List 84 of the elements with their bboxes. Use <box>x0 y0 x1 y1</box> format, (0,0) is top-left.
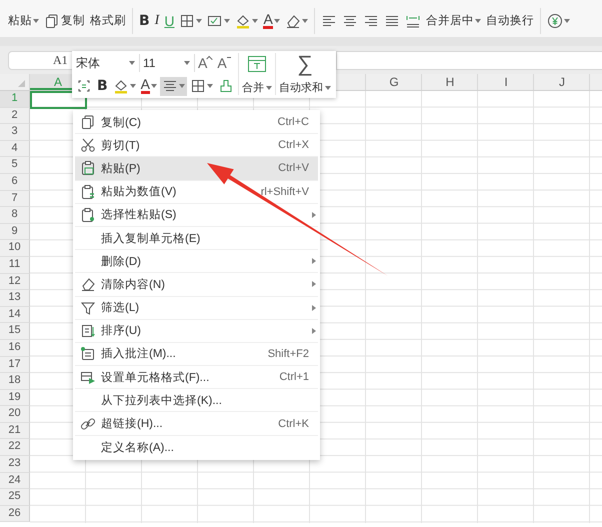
menu-item[interactable]: 超链接(H)... Ctrl+K <box>75 412 318 436</box>
row-header[interactable]: 8 <box>0 207 30 224</box>
caret-icon <box>184 61 190 65</box>
row-header[interactable]: 6 <box>0 174 30 191</box>
borders-icon <box>190 78 206 94</box>
scissors-icon <box>80 137 96 154</box>
clipboard-icon <box>80 184 96 200</box>
funnel-icon <box>80 300 96 316</box>
size-dropdown[interactable]: 11 <box>141 54 195 72</box>
row-header[interactable]: 16 <box>0 340 30 356</box>
row-header[interactable]: 18 <box>0 373 30 390</box>
row-header[interactable]: 13 <box>0 290 30 307</box>
row-header[interactable]: 26 <box>0 506 30 522</box>
clipboard-icon <box>80 206 96 223</box>
row-header[interactable]: 5 <box>0 157 30 174</box>
merge-cells-icon <box>247 54 267 74</box>
row-header[interactable]: 11 <box>0 256 30 274</box>
row-header[interactable]: 17 <box>0 356 30 374</box>
sort-icon <box>80 322 96 339</box>
row-header[interactable]: 2 <box>0 108 30 124</box>
column-header[interactable]: I <box>478 74 534 90</box>
format-button[interactable]: I <box>152 10 162 32</box>
menu-item[interactable]: 排序(U) <box>75 320 318 343</box>
column-header[interactable]: G <box>366 74 422 90</box>
sum-icon: ∑ <box>297 53 313 75</box>
menu-item[interactable]: 删除(D) <box>75 250 318 274</box>
row-header[interactable]: 9 <box>0 224 30 240</box>
menu-item[interactable]: 设置单元格格式(F)... Ctrl+1 <box>75 366 318 390</box>
row-header[interactable]: 4 <box>0 140 30 158</box>
currency-icon <box>546 12 563 28</box>
toolbar-button[interactable]: 粘贴 <box>6 10 41 32</box>
shrink-font-button[interactable]: A <box>215 54 233 72</box>
grow-font-button[interactable]: A <box>196 54 214 72</box>
menu-item[interactable]: 粘贴(P) Ctrl+V <box>75 157 318 181</box>
row-header[interactable]: 7 <box>0 190 30 208</box>
format-cells-icon <box>80 369 96 386</box>
menu-item[interactable]: 插入复制单元格(E) <box>75 226 318 250</box>
toolbar-button[interactable] <box>160 76 188 96</box>
copy-icon <box>80 114 96 130</box>
toolbar-button[interactable]: 自动换行 <box>484 10 536 32</box>
column-header[interactable]: J <box>534 74 590 90</box>
row-header[interactable]: 20 <box>0 406 30 423</box>
link-icon <box>80 416 96 432</box>
formula-field[interactable] <box>336 50 602 70</box>
row-header[interactable]: 12 <box>0 274 30 290</box>
menu-item[interactable]: 筛选(L) <box>75 296 318 320</box>
eraser-icon <box>284 12 301 28</box>
copy-icon <box>44 12 60 28</box>
row-header[interactable]: 21 <box>0 422 30 440</box>
row-header[interactable]: 3 <box>0 124 30 141</box>
toolbar-button[interactable]: 复制 <box>42 10 87 32</box>
caret-icon <box>129 61 135 65</box>
menu-item[interactable]: 从下拉列表中选择(K)... <box>75 389 318 412</box>
toolbar-button[interactable]: ∑ 自动求和 <box>275 53 334 95</box>
font-dropdown[interactable]: 宋体 <box>74 54 140 72</box>
row-header[interactable]: 23 <box>0 456 30 473</box>
fill-bucket-icon <box>112 78 129 94</box>
clipboard-icon <box>80 160 96 176</box>
column-header[interactable]: H <box>422 74 478 90</box>
row-header[interactable]: 19 <box>0 390 30 406</box>
comment-icon <box>80 346 96 362</box>
borders-icon <box>179 12 196 28</box>
format-button[interactable]: A <box>261 10 282 32</box>
menu-item[interactable]: 清除内容(N) <box>75 273 318 296</box>
align-center-icon <box>162 78 178 94</box>
format-button[interactable]: B <box>137 10 152 32</box>
format-button[interactable]: A <box>138 76 160 96</box>
menu-item[interactable]: 复制(C) Ctrl+C <box>75 111 318 134</box>
toolbar-button[interactable]: 合并 <box>238 53 275 95</box>
row-header[interactable]: 22 <box>0 439 30 456</box>
eraser-icon <box>80 276 96 292</box>
row-header[interactable]: 24 <box>0 472 30 490</box>
row-header[interactable]: 25 <box>0 489 30 506</box>
menu-item[interactable]: 插入批注(M)... Shift+F2 <box>75 342 318 366</box>
row-header[interactable]: 10 <box>0 240 30 257</box>
fill-bucket-icon <box>235 12 252 28</box>
brush-icon <box>218 78 234 94</box>
format-button[interactable]: B <box>95 76 110 96</box>
row-header[interactable]: 15 <box>0 323 30 340</box>
row-header[interactable]: 14 <box>0 306 30 324</box>
menu-item[interactable]: 定义名称(A)... <box>75 436 318 459</box>
toolbar-button[interactable]: 合并居中 <box>424 10 483 32</box>
fit-icon <box>76 78 92 94</box>
toolbar-button[interactable]: 格式刷 <box>88 10 128 32</box>
